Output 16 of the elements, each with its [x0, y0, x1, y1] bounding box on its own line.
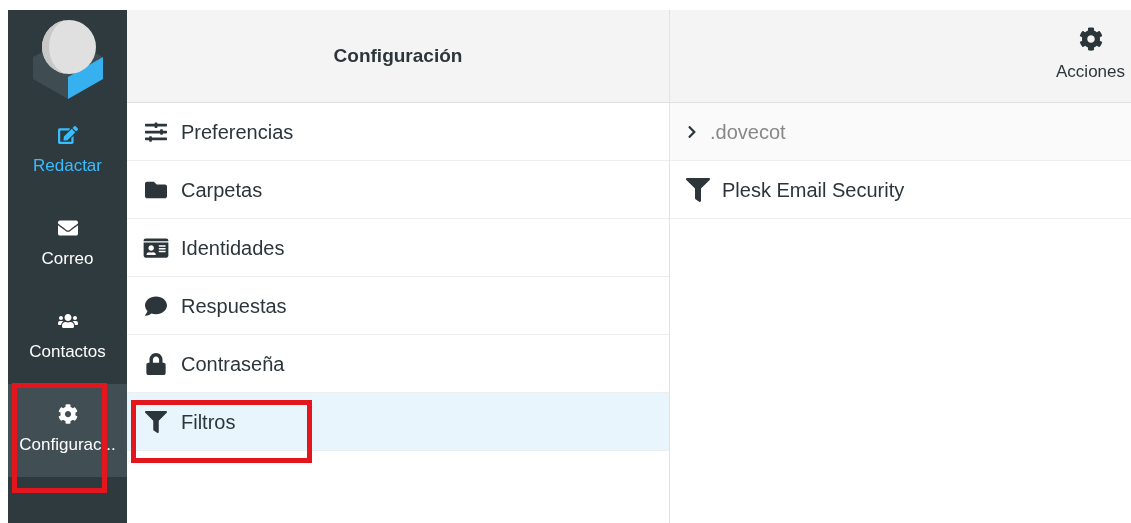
- panel-title: Configuración: [333, 43, 463, 68]
- sidebar-item[interactable]: Redactar: [8, 105, 127, 198]
- settings-icon: [1078, 27, 1103, 52]
- chevron-icon[interactable]: [686, 124, 698, 139]
- funnel-icon: [686, 177, 710, 202]
- sliders-icon: [143, 120, 169, 143]
- settings-item[interactable]: Filtros: [127, 393, 669, 451]
- speech-bubble-icon: [143, 294, 169, 317]
- settings-icon: [57, 403, 78, 424]
- sidebar-item[interactable]: Correo: [8, 198, 127, 291]
- compose-icon: [57, 124, 78, 145]
- actions-button[interactable]: Acciones: [1056, 27, 1125, 85]
- sidebar-item[interactable]: Contactos: [8, 291, 127, 384]
- lock-icon: [143, 352, 169, 375]
- id-card-icon: [143, 236, 169, 259]
- funnel-icon: [143, 410, 169, 433]
